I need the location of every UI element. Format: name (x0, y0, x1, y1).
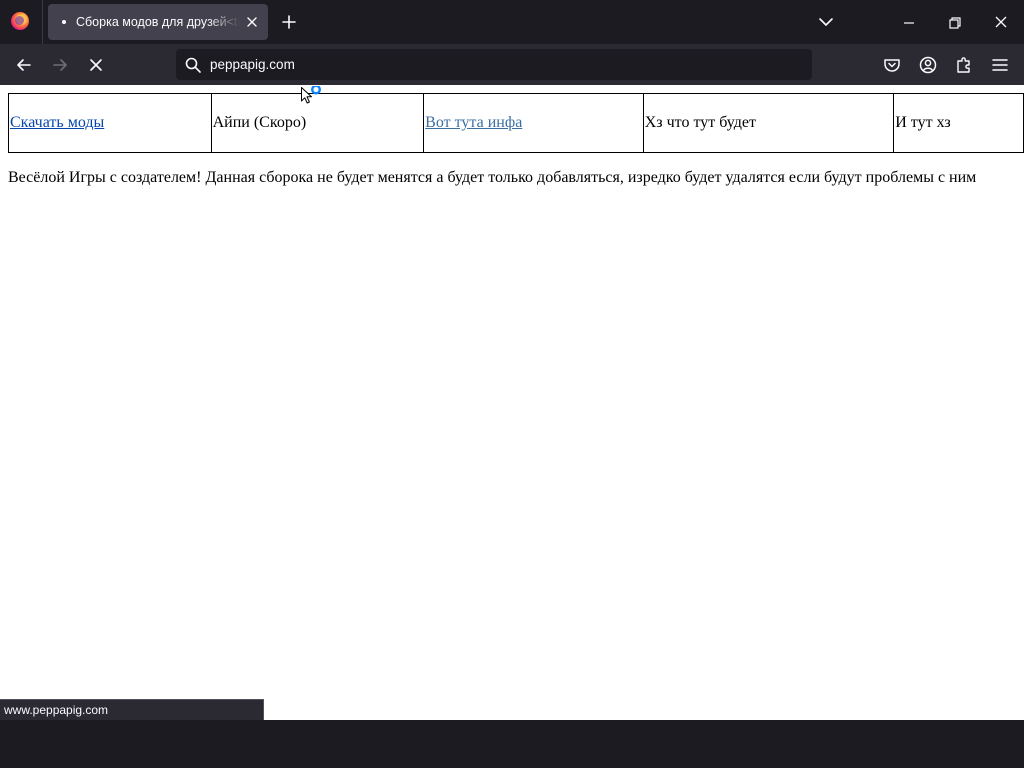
firefox-logo-icon[interactable] (11, 12, 29, 30)
ip-soon-label: Айпи (Скоро) (212, 114, 307, 131)
stop-icon[interactable] (86, 55, 106, 75)
tab-active[interactable]: Сборка модов для друзей<titl (48, 4, 268, 40)
table-cell: И тут хз (893, 93, 1024, 153)
page-content: Скачать моды Айпи (Скоро) Вот тута инфа … (0, 85, 1024, 720)
chevron-down-icon[interactable] (817, 13, 835, 31)
tab-separator (42, 0, 43, 44)
info-link[interactable]: Вот тута инфа (425, 114, 522, 131)
close-icon[interactable] (244, 14, 260, 30)
tab-strip: Сборка модов для друзей<titl (0, 0, 1024, 44)
puzzle-icon[interactable] (954, 55, 974, 75)
pocket-icon[interactable] (882, 55, 902, 75)
table-row: Скачать моды Айпи (Скоро) Вот тута инфа … (8, 93, 1024, 153)
busy-cursor-icon (301, 86, 321, 104)
arrow-left-icon[interactable] (14, 55, 34, 75)
search-icon (185, 57, 201, 73)
plus-icon[interactable] (280, 13, 298, 31)
intro-text: Весёлой Игры с создателем! Данная сборок… (8, 169, 977, 186)
close-icon[interactable] (992, 13, 1010, 31)
taskbar (0, 720, 1024, 768)
table-cell: Скачать моды (8, 93, 212, 153)
restore-icon[interactable] (946, 14, 964, 32)
address-bar[interactable]: peppapig.com (176, 49, 812, 80)
table-cell: Хз что тут будет (642, 93, 895, 153)
placeholder-label-2: И тут хз (895, 114, 951, 131)
minimize-icon[interactable] (900, 14, 918, 32)
loading-dot-icon (62, 20, 66, 24)
table-cell: Вот тута инфа (423, 93, 644, 153)
download-mods-link[interactable]: Скачать моды (10, 114, 104, 131)
placeholder-label: Хз что тут будет (644, 114, 756, 131)
tab-title: Сборка модов для друзей<titl (76, 15, 240, 29)
status-url-overlay: www.peppapig.com (0, 699, 264, 720)
navigation-toolbar: peppapig.com (0, 44, 1024, 85)
arrow-right-icon[interactable] (50, 55, 70, 75)
hamburger-menu-icon[interactable] (990, 55, 1010, 75)
url-text[interactable]: peppapig.com (210, 57, 295, 72)
account-icon[interactable] (918, 55, 938, 75)
nav-table: Скачать моды Айпи (Скоро) Вот тута инфа … (8, 93, 1024, 153)
